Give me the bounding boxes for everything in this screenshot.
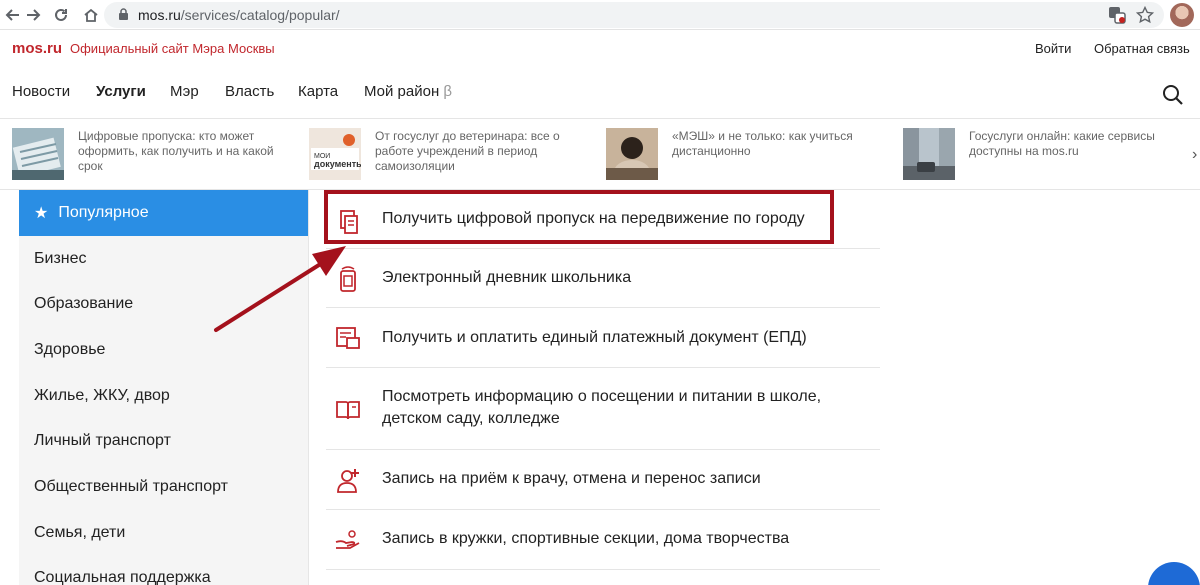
service-label: Запись на приём к врачу, отмена и перено…: [382, 470, 761, 487]
news-thumbnail: [12, 128, 64, 180]
news-thumbnail: МОИдокументы: [309, 128, 361, 180]
site-logo[interactable]: mos.ru: [12, 40, 62, 57]
reload-icon[interactable]: [50, 4, 72, 26]
sidebar-item-label: Жилье, ЖКУ, двор: [34, 387, 170, 404]
site-header: mos.ru Официальный сайт Мэра Москвы Войт…: [0, 30, 1200, 68]
nav-news[interactable]: Новости: [12, 83, 70, 100]
main-navigation: Новости Услуги Мэр Власть Карта Мой райо…: [0, 68, 1200, 118]
news-thumbnail: [903, 128, 955, 180]
svg-text:документы: документы: [314, 159, 361, 169]
service-label: Электронный дневник школьника: [382, 269, 632, 286]
url-text: mos.ru/services/catalog/popular/: [138, 7, 340, 23]
browser-toolbar: mos.ru/services/catalog/popular/: [0, 0, 1200, 30]
news-strip: Цифровые пропуска: кто может оформить, к…: [0, 118, 1200, 190]
sidebar-item-health[interactable]: Здоровье: [19, 327, 308, 373]
login-link[interactable]: Войти: [1035, 41, 1071, 56]
sidebar-item-business[interactable]: Бизнес: [19, 236, 308, 282]
nav-government[interactable]: Власть: [225, 83, 274, 100]
hands-icon: [335, 530, 360, 549]
nav-my-district[interactable]: Мой район β: [364, 83, 452, 100]
chevron-right-icon[interactable]: ›: [1192, 146, 1197, 164]
sidebar-item-personal-transport[interactable]: Личный транспорт: [19, 418, 308, 464]
sidebar-item-label: Общественный транспорт: [34, 478, 228, 495]
service-label: Получить и оплатить единый платежный док…: [382, 329, 807, 346]
category-sidebar: ★ Популярное Бизнес Образование Здоровье …: [19, 190, 308, 585]
sidebar-item-label: Социальная поддержка: [34, 569, 211, 585]
payment-document-icon: [336, 327, 360, 349]
nav-mayor[interactable]: Мэр: [170, 83, 199, 100]
sidebar-item-public-transport[interactable]: Общественный транспорт: [19, 464, 308, 510]
nav-services[interactable]: Услуги: [96, 83, 146, 100]
beta-badge: β: [443, 83, 453, 100]
school-diary-icon: [340, 266, 356, 292]
open-book-icon: [336, 401, 360, 420]
search-icon[interactable]: [1162, 84, 1184, 106]
news-title: От госуслуг до ветеринара: все о работе …: [375, 129, 560, 173]
lock-icon: [118, 8, 129, 26]
translate-icon[interactable]: [1106, 4, 1128, 26]
doctor-icon: [337, 469, 359, 493]
feedback-link[interactable]: Обратная связь: [1094, 41, 1190, 56]
star-icon: ★: [34, 205, 49, 222]
chat-button[interactable]: [1148, 562, 1200, 585]
news-title: «МЭШ» и не только: как учиться дистанцио…: [672, 129, 853, 158]
home-icon[interactable]: [80, 4, 102, 26]
sidebar-item-education[interactable]: Образование: [19, 281, 308, 327]
service-item[interactable]: Запись на приём к врачу, отмена и перено…: [326, 450, 880, 510]
address-bar[interactable]: mos.ru/services/catalog/popular/: [104, 2, 1164, 28]
news-thumbnail: [606, 128, 658, 180]
sidebar-item-social-support[interactable]: Социальная поддержка: [19, 555, 308, 585]
sidebar-item-housing[interactable]: Жилье, ЖКУ, двор: [19, 373, 308, 419]
service-label: Посмотреть информацию о посещении и пита…: [382, 388, 822, 427]
sidebar-item-popular[interactable]: ★ Популярное: [19, 190, 308, 236]
service-item[interactable]: Посмотреть информацию о посещении и пита…: [326, 368, 880, 450]
service-item[interactable]: Получить и оплатить единый платежный док…: [326, 308, 880, 368]
service-item[interactable]: Электронный дневник школьника: [326, 249, 880, 308]
site-slogan: Официальный сайт Мэра Москвы: [70, 41, 275, 56]
highlight-frame: [324, 190, 834, 244]
sidebar-item-label: Образование: [34, 295, 134, 312]
sidebar-item-label: Семья, дети: [34, 524, 126, 541]
back-icon[interactable]: [2, 4, 24, 26]
sidebar-item-label: Здоровье: [34, 341, 106, 358]
news-title: Цифровые пропуска: кто может оформить, к…: [78, 129, 274, 173]
bookmark-star-icon[interactable]: [1134, 4, 1156, 26]
column-divider: [308, 190, 309, 585]
forward-icon[interactable]: [22, 4, 44, 26]
service-item[interactable]: Запись в кружки, спортивные секции, дома…: [326, 510, 880, 570]
nav-map[interactable]: Карта: [298, 83, 338, 100]
news-title: Госуслуги онлайн: какие сервисы доступны…: [969, 129, 1155, 158]
sidebar-item-label: Популярное: [58, 204, 149, 221]
profile-avatar[interactable]: [1170, 3, 1194, 27]
service-label: Запись в кружки, спортивные секции, дома…: [382, 530, 790, 547]
sidebar-item-family[interactable]: Семья, дети: [19, 510, 308, 556]
sidebar-item-label: Личный транспорт: [34, 432, 171, 449]
sidebar-item-label: Бизнес: [34, 250, 87, 267]
